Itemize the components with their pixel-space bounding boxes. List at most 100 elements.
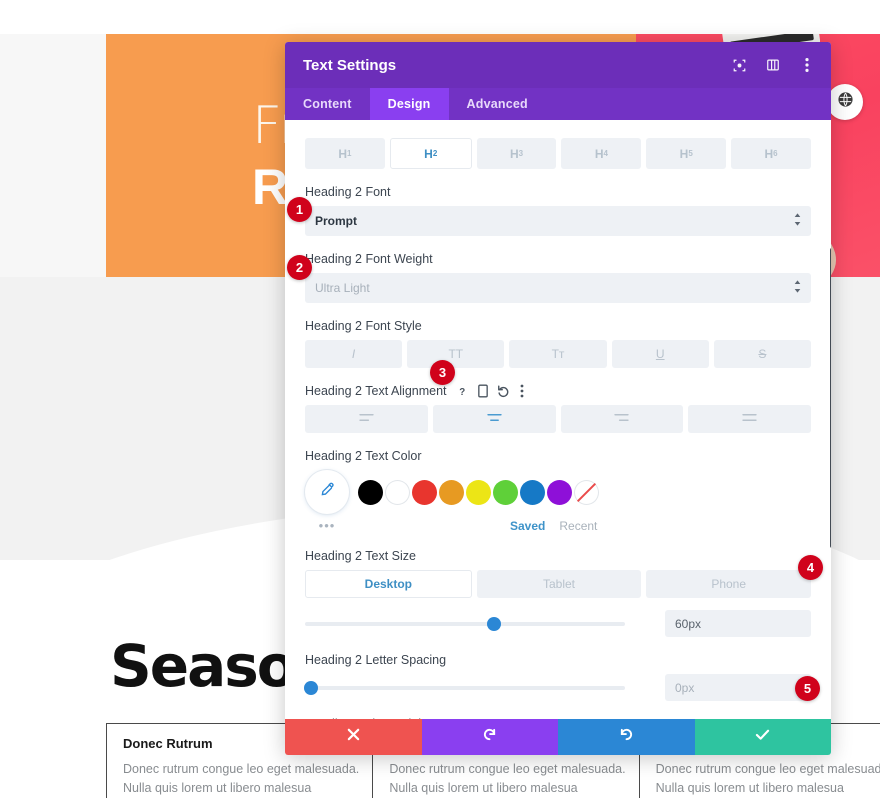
badge-3: 3	[430, 360, 455, 385]
color-swatch-purple[interactable]	[547, 479, 572, 505]
focus-target-icon[interactable]	[729, 55, 749, 75]
h-number: 4	[603, 149, 608, 158]
font-style-underline-button[interactable]: U	[611, 340, 709, 368]
help-icon[interactable]: ?	[456, 385, 469, 398]
font-style-italic-button[interactable]: I	[305, 340, 403, 368]
italic-icon: I	[351, 347, 356, 361]
heading-level-h2[interactable]: H2	[389, 138, 472, 169]
screenshot-root: Fresh Ingredients Real Flavor Seasonal M…	[0, 0, 880, 798]
heading-font-style-label: Heading 2 Font Style	[305, 319, 422, 333]
heading-level-h4[interactable]: H4	[561, 138, 642, 169]
close-x-icon	[347, 728, 360, 746]
redo-button[interactable]	[558, 719, 695, 755]
heading-text-alignment-field: Heading 2 Text Alignment ?	[285, 368, 831, 433]
undo-button[interactable]	[421, 719, 558, 755]
color-swatch-black[interactable]	[358, 479, 383, 505]
font-style-uppercase-button[interactable]: TT	[407, 340, 505, 368]
color-swatch-white[interactable]	[385, 479, 410, 505]
h-letter: H	[594, 146, 604, 161]
device-tab-desktop[interactable]: Desktop	[305, 570, 472, 598]
color-swatch-green[interactable]	[493, 479, 518, 505]
modal-tab-bar: Content Design Advanced	[285, 88, 831, 120]
table-column-line1: Donec rutrum congue leo eget malesuada.	[655, 762, 880, 776]
h-letter: H	[764, 146, 774, 161]
table-column-line1: Donec rutrum congue leo eget malesuada.	[389, 762, 626, 776]
reset-icon[interactable]	[497, 384, 511, 398]
align-right-icon	[614, 412, 630, 426]
align-right-button[interactable]	[560, 405, 684, 433]
color-swatch-yellow[interactable]	[466, 479, 491, 505]
color-swatch-blue[interactable]	[520, 479, 545, 505]
heading-level-h1[interactable]: H1	[305, 138, 385, 169]
letter-spacing-slider-knob[interactable]	[304, 680, 319, 695]
save-button[interactable]	[694, 719, 831, 755]
h-letter: H	[338, 146, 348, 161]
align-left-button[interactable]	[305, 405, 428, 433]
heading-text-size-field: Heading 2 Text Size Desktop Tablet Phone…	[285, 533, 831, 637]
h-letter: H	[679, 146, 689, 161]
underline-icon: U	[655, 347, 665, 361]
letter-spacing-value[interactable]: 0px	[665, 674, 811, 701]
heading-font-select[interactable]: Prompt	[305, 206, 811, 236]
color-swatch-red[interactable]	[412, 479, 437, 505]
tab-content[interactable]: Content	[285, 88, 370, 120]
heading-level-h5[interactable]: H5	[646, 138, 727, 169]
modal-header-actions	[729, 55, 817, 75]
saved-colors-tab[interactable]: Saved	[510, 519, 545, 533]
h-letter: H	[510, 146, 519, 161]
text-size-slider-track[interactable]	[305, 616, 625, 631]
tab-design[interactable]: Design	[369, 88, 449, 120]
align-center-button[interactable]	[432, 405, 556, 433]
device-tab-tablet[interactable]: Tablet	[476, 570, 642, 598]
heading-letter-spacing-label: Heading 2 Letter Spacing	[305, 653, 447, 667]
table-column-line2: Nulla quis lorem ut libero malesua	[123, 781, 312, 796]
h-number: 1	[347, 149, 352, 158]
font-style-strikethrough-button[interactable]: S	[713, 340, 812, 368]
h-number: 3	[518, 149, 524, 158]
recent-colors-tab[interactable]: Recent	[559, 519, 597, 533]
heading-font-weight-label: Heading 2 Font Weight	[305, 252, 433, 266]
color-tabs: Saved Recent	[510, 519, 597, 533]
cancel-button[interactable]	[285, 719, 422, 755]
heading-level-h6[interactable]: H6	[731, 138, 811, 169]
heading-level-h3[interactable]: H3	[476, 138, 557, 169]
device-tab-phone[interactable]: Phone	[646, 570, 812, 598]
color-secondary-row: ••• Saved Recent	[305, 518, 811, 533]
color-swatch-row	[305, 470, 811, 514]
font-style-smallcaps-button[interactable]: Tᴛ	[509, 340, 607, 368]
heading-text-color-label: Heading 2 Text Color	[305, 449, 422, 463]
letter-spacing-slider-track[interactable]	[304, 680, 625, 695]
heading-text-alignment-label-row: Heading 2 Text Alignment ?	[305, 384, 811, 398]
device-tabs: Desktop Tablet Phone	[305, 570, 812, 598]
color-swatch-none[interactable]	[574, 479, 599, 505]
responsive-phone-icon[interactable]	[477, 384, 488, 398]
align-justify-icon	[742, 412, 757, 426]
heading-level-tabs: H1 H2 H3 H4 H5 H6	[285, 130, 831, 169]
globe-button[interactable]	[827, 84, 863, 120]
text-size-value[interactable]: 60px	[665, 610, 811, 637]
heading-line-height-field: Heading 2 Line Height 1.2em	[285, 701, 831, 719]
tab-advanced[interactable]: Advanced	[449, 88, 546, 120]
modal-scrollbar[interactable]	[830, 248, 831, 548]
kebab-menu-icon[interactable]	[520, 384, 524, 398]
uppercase-icon: TT	[448, 347, 464, 361]
align-justify-button[interactable]	[688, 405, 811, 433]
eyedropper-button[interactable]	[305, 470, 349, 514]
layout-panel-icon[interactable]	[763, 55, 783, 75]
more-colors-button[interactable]: •••	[305, 518, 349, 533]
heading-line-height-label: Heading 2 Line Height	[305, 717, 811, 719]
h-number: 6	[773, 149, 778, 158]
checkmark-icon	[755, 728, 770, 746]
heading-font-style-buttons: I TT Tᴛ U S	[305, 340, 812, 368]
undo-arrow-icon	[482, 727, 497, 747]
svg-text:?: ?	[459, 387, 465, 398]
heading-font-field: Heading 2 Font Prompt	[285, 169, 831, 236]
heading-font-weight-select[interactable]: Ultra Light	[305, 273, 811, 303]
color-swatch-orange[interactable]	[439, 479, 464, 505]
heading-font-label: Heading 2 Font	[305, 185, 391, 199]
text-size-slider-knob[interactable]	[486, 616, 501, 631]
table-column-line2: Nulla quis lorem ut libero malesua	[655, 781, 844, 796]
h-number: 2	[432, 149, 438, 158]
kebab-menu-icon[interactable]	[797, 55, 817, 75]
letter-spacing-slider-row: 0px	[304, 674, 811, 701]
